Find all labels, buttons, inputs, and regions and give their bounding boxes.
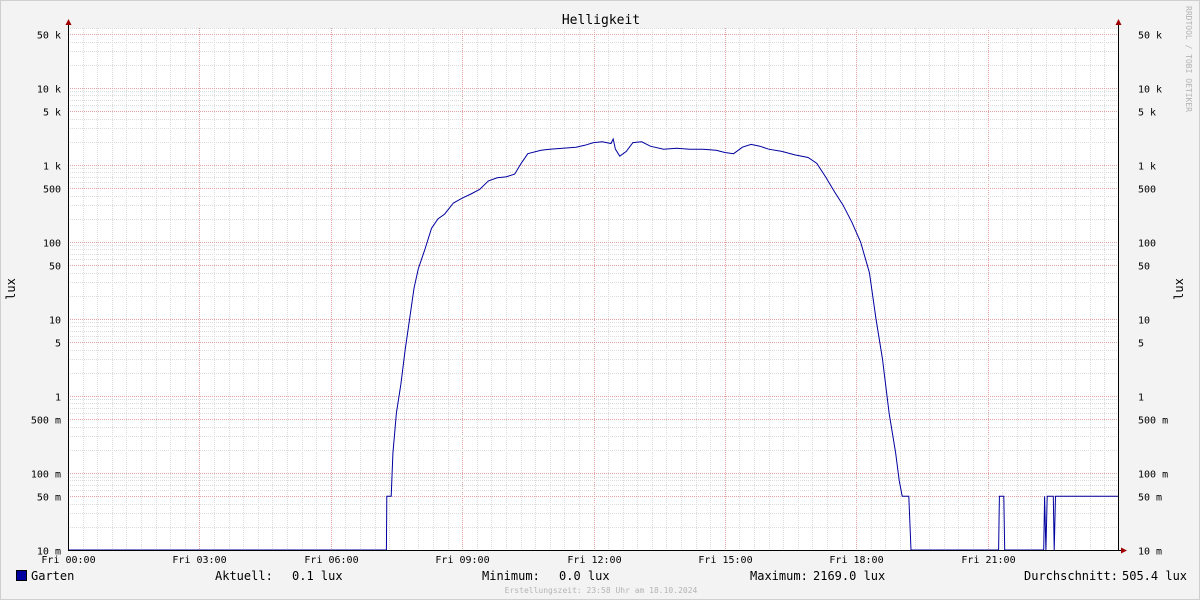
y-axis-label-left: lux <box>4 278 18 300</box>
y-tick-label-left: 10 <box>49 316 61 327</box>
x-tick-label: Fri 21:00 <box>961 555 1015 566</box>
y-tick-label-left: 100 m <box>31 470 61 481</box>
y-tick-label-right: 100 m <box>1138 470 1168 481</box>
average-value: 505.4 lux <box>1122 569 1188 583</box>
y-axis-arrow-right <box>1115 19 1122 25</box>
current-label: Aktuell: <box>215 569 273 583</box>
y-tick-label-right: 10 m <box>1138 547 1162 558</box>
y-tick-label-left: 1 <box>55 393 61 404</box>
y-tick-label-left: 5 <box>55 339 61 350</box>
y-tick-label-right: 10 k <box>1138 85 1162 96</box>
minimum-value: 0.0 lux <box>559 569 610 583</box>
plot-area <box>68 28 1119 550</box>
y-tick-label-right: 100 <box>1138 239 1156 250</box>
legend-series-name: Garten <box>31 569 75 583</box>
y-tick-label-left: 10 m <box>37 547 61 558</box>
legend-swatch <box>16 570 27 581</box>
y-tick-label-right: 1 k <box>1138 162 1156 173</box>
maximum-label: Maximum: <box>750 569 808 583</box>
y-tick-label-right: 5 k <box>1138 108 1156 119</box>
y-tick-label-right: 500 m <box>1138 416 1168 427</box>
legend: Garten Aktuell: 0.1 lux Minimum: 0.0 lux… <box>1 567 1199 585</box>
x-tick-label: Fri 15:00 <box>698 555 752 566</box>
average-label: Durchschnitt: <box>1024 569 1118 583</box>
y-tick-label-left: 50 m <box>37 493 61 504</box>
current-value: 0.1 lux <box>292 569 343 583</box>
y-tick-label-left: 100 <box>43 239 61 250</box>
y-axis-label-right: lux <box>1172 278 1186 300</box>
y-tick-label-left: 1 k <box>43 162 61 173</box>
y-tick-label-left: 50 k <box>37 31 61 42</box>
creation-time: Erstellungszeit: 23:58 Uhr am 18.10.2024 <box>504 586 698 595</box>
minimum-label: Minimum: <box>482 569 540 583</box>
y-tick-label-right: 1 <box>1138 393 1144 404</box>
x-axis-arrow <box>1121 547 1127 554</box>
y-tick-label-left: 50 <box>49 262 61 273</box>
y-tick-label-right: 10 <box>1138 316 1150 327</box>
y-tick-label-right: 5 <box>1138 339 1144 350</box>
x-tick-label: Fri 06:00 <box>304 555 358 566</box>
y-tick-label-right: 50 k <box>1138 31 1162 42</box>
y-axis-arrow-left <box>65 19 72 25</box>
watermark: RRDTOOL / TOBI OETIKER <box>1184 6 1193 112</box>
y-tick-label-left: 5 k <box>43 108 61 119</box>
x-tick-label: Fri 09:00 <box>435 555 489 566</box>
y-tick-label-left: 500 <box>43 185 61 196</box>
y-tick-label-right: 500 <box>1138 185 1156 196</box>
chart-title: Helligkeit <box>562 13 640 28</box>
x-tick-label: Fri 18:00 <box>829 555 883 566</box>
y-tick-label-left: 500 m <box>31 416 61 427</box>
brightness-chart: Fri 00:00 Fri 03:00 Fri 06:00 Fri 09:00 Fri … <box>4 13 1186 566</box>
y-tick-label-right: 50 <box>1138 262 1150 273</box>
maximum-value: 2169.0 lux <box>813 569 886 583</box>
y-tick-label-left: 10 k <box>37 85 61 96</box>
x-tick-label: Fri 03:00 <box>172 555 226 566</box>
x-tick-label: Fri 12:00 <box>567 555 621 566</box>
y-tick-label-right: 50 m <box>1138 493 1162 504</box>
graph-frame: Fri 00:00 Fri 03:00 Fri 06:00 Fri 09:00 Fri … <box>0 0 1200 600</box>
